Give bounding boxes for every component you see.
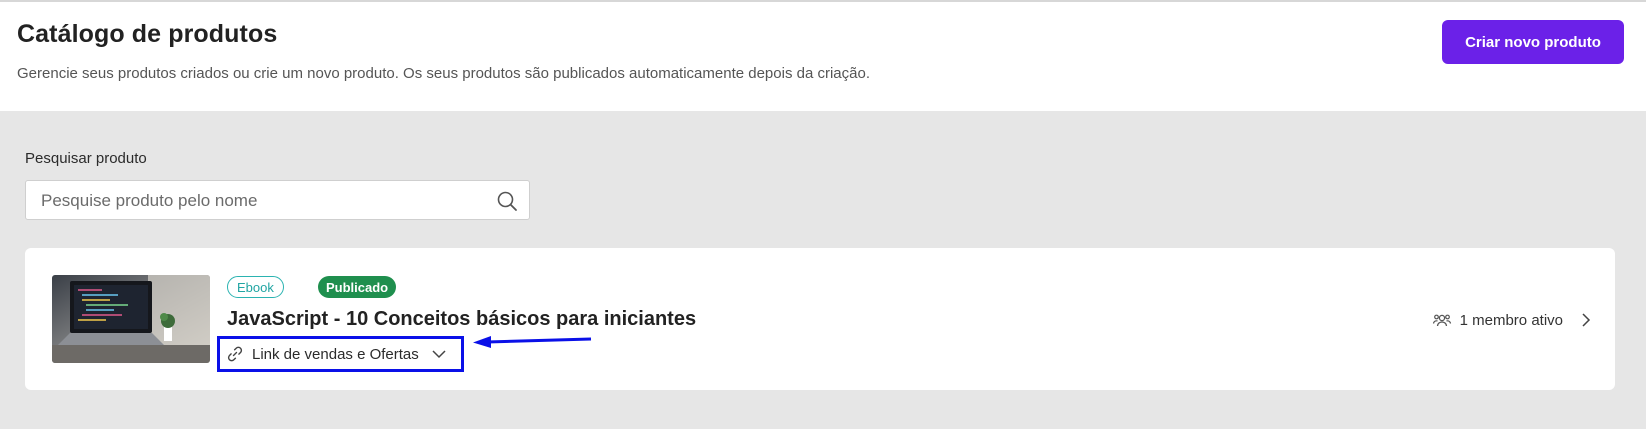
active-members[interactable]: 1 membro ativo	[1432, 306, 1593, 334]
page-header: Catálogo de produtos Gerencie seus produ…	[0, 2, 1646, 111]
annotation-arrow	[473, 336, 592, 348]
product-card[interactable]: Ebook Publicado JavaScript - 10 Conceito…	[25, 248, 1615, 390]
chevron-right-icon[interactable]	[1579, 313, 1593, 327]
create-product-button[interactable]: Criar novo produto	[1442, 20, 1624, 64]
search-label: Pesquisar produto	[25, 150, 147, 167]
product-title[interactable]: JavaScript - 10 Conceitos básicos para i…	[227, 308, 696, 331]
search-input[interactable]	[39, 181, 483, 221]
members-icon	[1432, 314, 1451, 327]
page-subtitle: Gerencie seus produtos criados ou crie u…	[17, 65, 870, 82]
product-thumbnail	[52, 275, 210, 363]
search-icon[interactable]	[496, 190, 518, 212]
link-icon	[227, 346, 243, 362]
status-badge: Publicado	[318, 276, 397, 298]
type-badge: Ebook	[227, 276, 284, 298]
search-field	[25, 180, 530, 221]
sales-links-label: Link de vendas e Ofertas	[252, 345, 419, 363]
members-label: 1 membro ativo	[1459, 311, 1563, 329]
page-title: Catálogo de produtos	[17, 20, 278, 48]
chevron-down-icon	[432, 350, 446, 359]
sales-links-dropdown[interactable]: Link de vendas e Ofertas	[226, 339, 447, 369]
